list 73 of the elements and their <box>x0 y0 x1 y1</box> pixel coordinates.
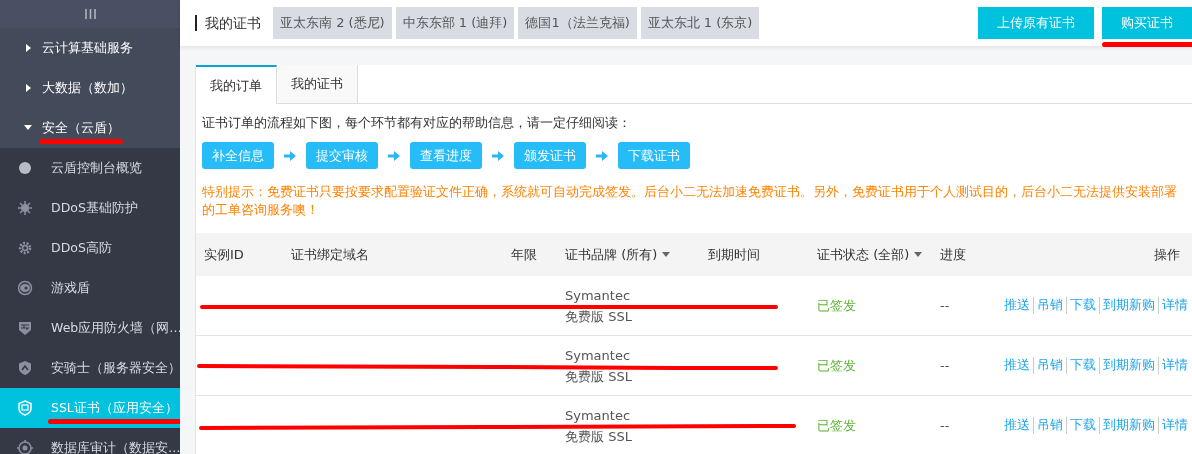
table-cell: -- <box>940 298 950 313</box>
region-button[interactable]: 中东东部 1 (迪拜) <box>395 7 515 39</box>
sidebar-item[interactable]: DDoS高防 <box>0 228 180 268</box>
sidebar-item[interactable]: 云盾控制台概览 <box>0 148 180 188</box>
column-header: 证书绑定域名 <box>291 245 369 264</box>
column-header: 操作 <box>1154 245 1180 264</box>
action-link[interactable]: 吊销 <box>1033 357 1063 374</box>
arrow-icon <box>492 150 504 161</box>
step-button[interactable]: 提交审核 <box>306 142 378 169</box>
eye-icon <box>17 280 33 296</box>
sidebar-item[interactable]: DDoS基础防护 <box>0 188 180 228</box>
region-button[interactable]: 德国1（法兰克福) <box>518 7 637 39</box>
table-cell-text: Symantec 免费版 SSL <box>565 286 632 326</box>
intro-text: 证书订单的流程如下图，每个环节都有对应的帮助信息，请一定仔细阅读： <box>202 115 632 132</box>
sidebar-item[interactable]: 游戏盾 <box>0 268 180 308</box>
action-link[interactable]: 吊销 <box>1033 297 1063 314</box>
step-button[interactable]: 查看进度 <box>410 142 482 169</box>
tab[interactable]: 我的证书 <box>277 65 358 103</box>
tab[interactable]: 我的订单 <box>196 65 277 104</box>
sidebar-item[interactable]: 数据库审计（数据安… <box>0 428 180 454</box>
action-link[interactable]: 到期新购 <box>1099 417 1155 434</box>
gear-icon <box>17 240 33 256</box>
notice-text: 特别提示：免费证书只要按要求配置验证文件正确，系统就可自动完成签发。后台小二无法加速免费证书。另外，免费证书用于个人测试目的，后台小二无法提供安装部署的工单咨询服务噢！ <box>202 183 1178 219</box>
caret-right-icon <box>23 43 33 53</box>
action-link[interactable]: 详情 <box>1158 297 1188 314</box>
column-header: 年限 <box>511 245 537 264</box>
shield-icon <box>17 400 33 416</box>
action-link[interactable]: 到期新购 <box>1099 297 1155 314</box>
sidebar-group[interactable]: 大数据（数加） <box>0 68 180 108</box>
column-header: 到期时间 <box>708 245 760 264</box>
sidebar-item[interactable]: 安骑士（服务器安全） <box>0 348 180 388</box>
action-link[interactable]: 详情 <box>1158 417 1188 434</box>
status-text: 已签发 <box>817 296 856 315</box>
column-header[interactable]: 证书状态 (全部) <box>817 245 910 264</box>
sidebar-item[interactable]: Web应用防火墙（网… <box>0 308 180 348</box>
arrow-icon <box>388 150 400 161</box>
caret-right-icon <box>23 83 33 93</box>
column-header[interactable]: 证书品牌 (所有) <box>565 245 658 264</box>
table-cell: -- <box>940 358 950 373</box>
step-button[interactable]: 颁发证书 <box>514 142 586 169</box>
arrow-icon <box>284 150 296 161</box>
region-button[interactable]: 亚太东南 2 (悉尼) <box>273 7 392 39</box>
action-link[interactable]: 下载 <box>1066 417 1096 434</box>
action-link[interactable]: 推送 <box>1004 297 1030 314</box>
action-link[interactable]: 下载 <box>1066 297 1096 314</box>
action-link[interactable]: 推送 <box>1004 357 1030 374</box>
step-button[interactable]: 下载证书 <box>618 142 690 169</box>
sidebar-group[interactable]: 云计算基础服务 <box>0 28 180 68</box>
action-link[interactable]: 吊销 <box>1033 417 1063 434</box>
page-title: 我的证书 <box>195 15 261 31</box>
status-text: 已签发 <box>817 356 856 375</box>
table-cell-text: Symantec 免费版 SSL <box>565 346 632 386</box>
column-header: 进度 <box>940 245 966 264</box>
action-link[interactable]: 推送 <box>1004 417 1030 434</box>
status-text: 已签发 <box>817 416 856 435</box>
firewall-icon <box>17 320 33 336</box>
shield-icon <box>17 360 33 376</box>
header-button[interactable]: 上传原有证书 <box>978 7 1094 39</box>
action-link[interactable]: 详情 <box>1158 357 1188 374</box>
virus-icon <box>17 200 33 216</box>
target-icon <box>17 440 33 454</box>
circle-icon <box>17 160 33 176</box>
region-button[interactable]: 亚太东北 1 (东京) <box>640 7 760 39</box>
menu-icon[interactable] <box>83 8 97 20</box>
arrow-icon <box>596 150 608 161</box>
column-header: 实例ID <box>204 245 244 264</box>
action-link[interactable]: 到期新购 <box>1099 357 1155 374</box>
table-cell-text: Symantec 免费版 SSL <box>565 406 632 446</box>
sidebar-item[interactable]: SSL证书（应用安全） <box>0 388 180 428</box>
step-button[interactable]: 补全信息 <box>202 142 274 169</box>
action-link[interactable]: 下载 <box>1066 357 1096 374</box>
sidebar-group[interactable]: 安全（云盾） <box>0 108 180 148</box>
table-cell: -- <box>940 418 950 433</box>
